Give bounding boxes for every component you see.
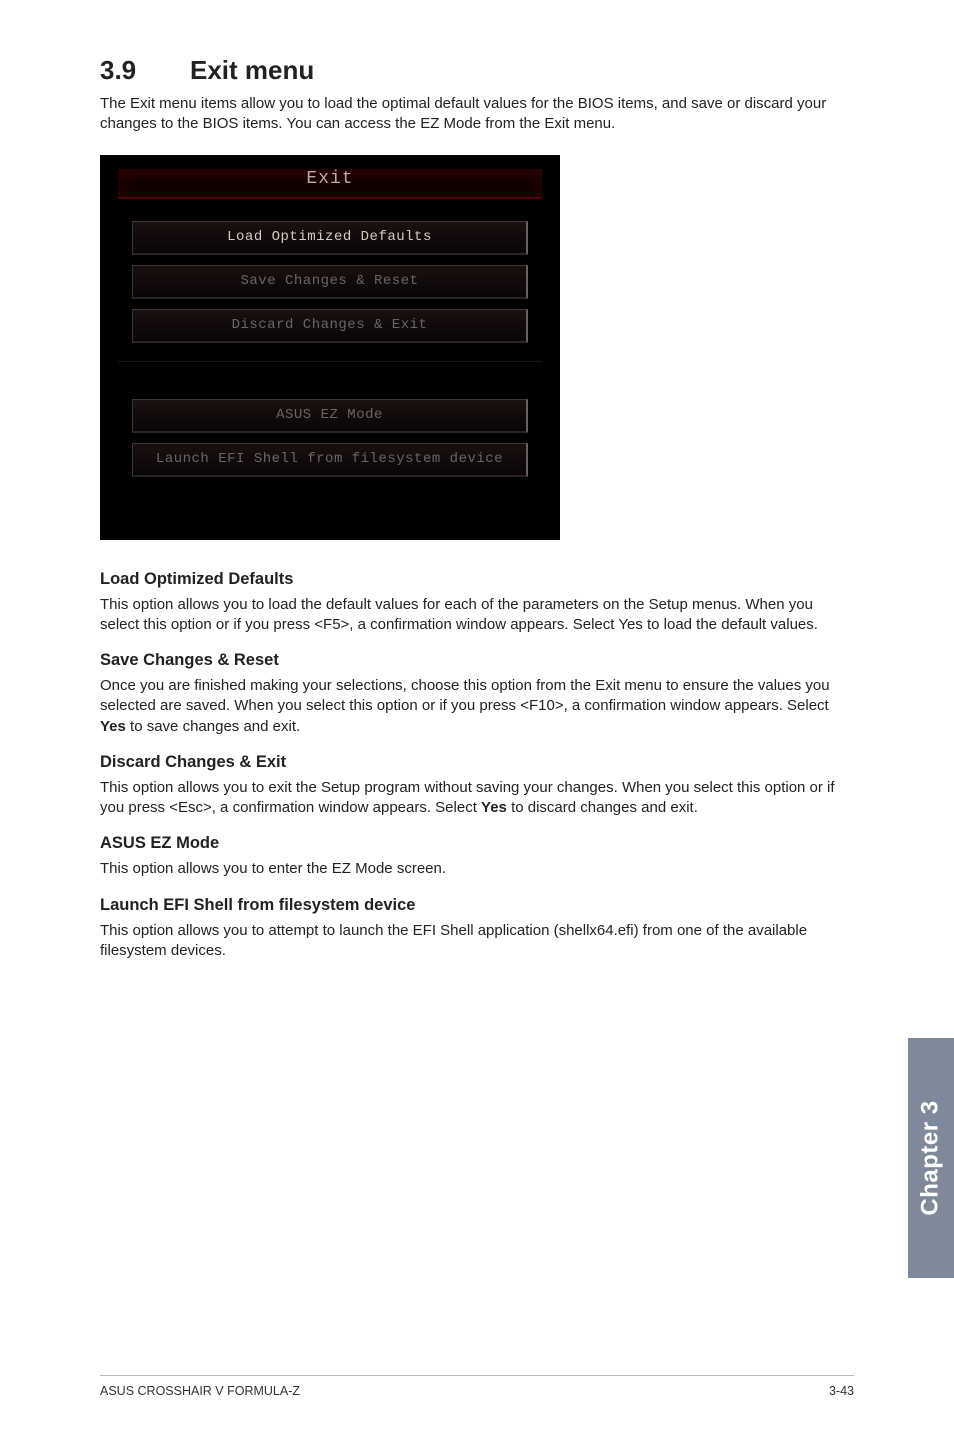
chapter-side-tab: Chapter 3: [908, 1038, 954, 1278]
sub-heading-save-changes: Save Changes & Reset: [100, 651, 854, 670]
sub-body-discard-changes: This option allows you to exit the Setup…: [100, 778, 854, 819]
section-title: Exit menu: [190, 55, 314, 85]
footer-product: ASUS CROSSHAIR V FORMULA-Z: [100, 1384, 300, 1398]
footer-page-number: 3-43: [829, 1384, 854, 1398]
sub-body-load-optimized: This option allows you to load the defau…: [100, 595, 854, 636]
sub-heading-load-optimized: Load Optimized Defaults: [100, 570, 854, 589]
bios-save-changes-reset-button[interactable]: Save Changes & Reset: [132, 265, 528, 299]
sub-body-save-changes: Once you are finished making your select…: [100, 676, 854, 737]
bios-launch-efi-shell-button[interactable]: Launch EFI Shell from filesystem device: [132, 443, 528, 477]
chapter-side-tab-label: Chapter 3: [917, 1100, 945, 1215]
text-fragment: to discard changes and exit.: [507, 799, 698, 816]
sub-body-launch-efi: This option allows you to attempt to lau…: [100, 921, 854, 962]
sub-heading-ez-mode: ASUS EZ Mode: [100, 834, 854, 853]
bios-load-optimized-defaults-button[interactable]: Load Optimized Defaults: [132, 221, 528, 255]
text-bold-yes: Yes: [100, 718, 126, 735]
section-number: 3.9: [100, 55, 190, 86]
bios-discard-changes-exit-button[interactable]: Discard Changes & Exit: [132, 309, 528, 343]
bios-title: Exit: [306, 169, 353, 189]
sub-heading-discard-changes: Discard Changes & Exit: [100, 753, 854, 772]
sub-heading-launch-efi: Launch EFI Shell from filesystem device: [100, 896, 854, 915]
bios-asus-ez-mode-button[interactable]: ASUS EZ Mode: [132, 399, 528, 433]
text-fragment: to save changes and exit.: [126, 718, 300, 735]
bios-exit-screenshot: Exit Load Optimized Defaults Save Change…: [100, 155, 560, 540]
intro-paragraph: The Exit menu items allow you to load th…: [100, 94, 854, 135]
text-bold-yes: Yes: [481, 799, 507, 816]
page-footer: ASUS CROSSHAIR V FORMULA-Z 3-43: [100, 1375, 854, 1398]
bios-separator: [118, 361, 542, 389]
bios-title-bar: Exit: [118, 169, 542, 199]
text-fragment: Once you are finished making your select…: [100, 677, 830, 714]
sub-body-ez-mode: This option allows you to enter the EZ M…: [100, 859, 854, 879]
text-fragment: This option allows you to exit the Setup…: [100, 779, 835, 816]
section-heading: 3.9Exit menu: [100, 55, 854, 86]
